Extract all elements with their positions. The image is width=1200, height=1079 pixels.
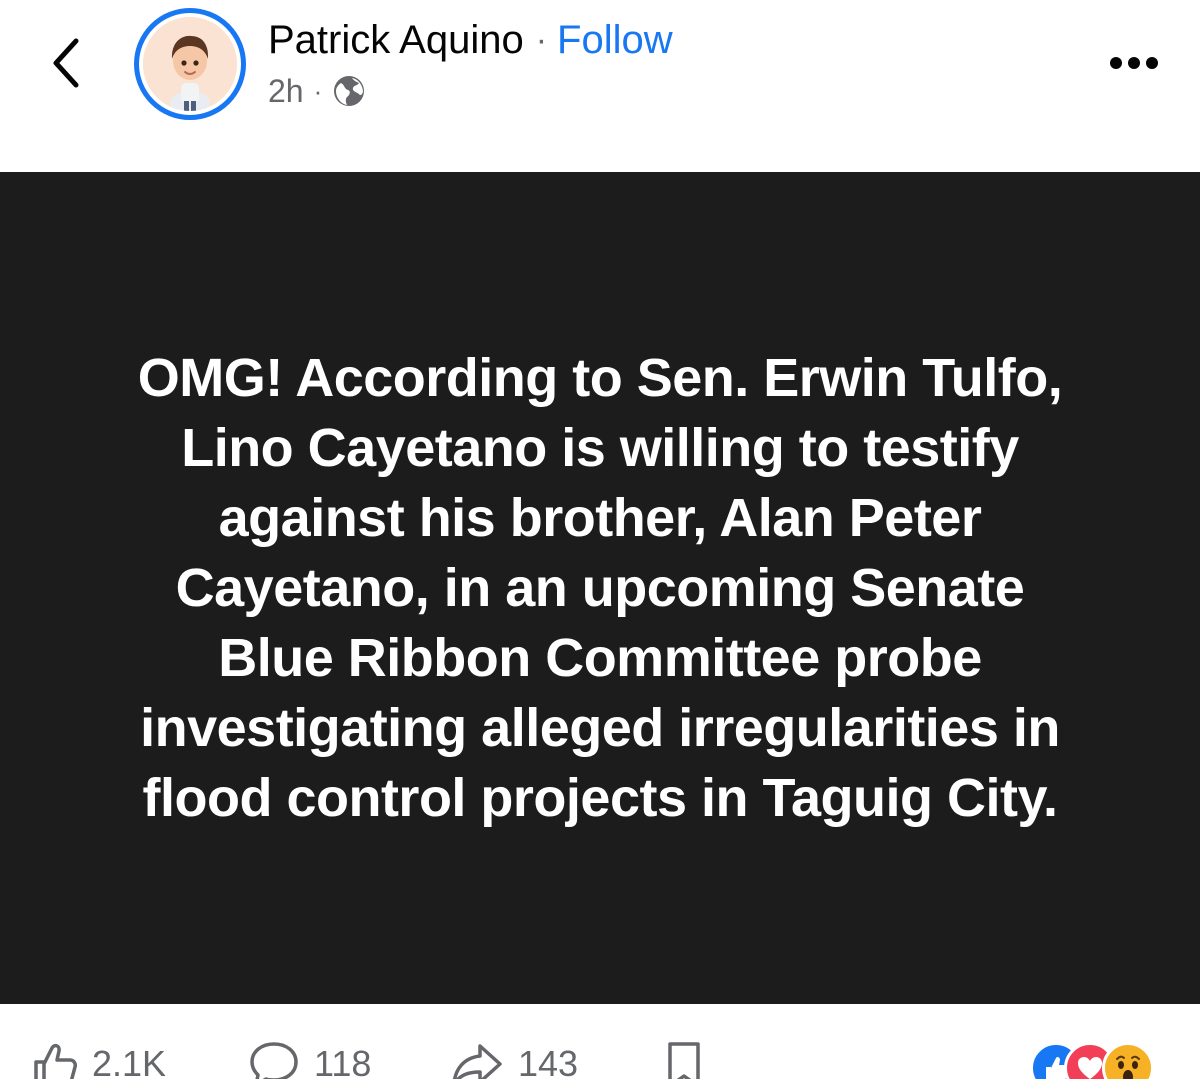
wow-reaction-icon (1102, 1042, 1154, 1079)
like-count: 2.1K (92, 1043, 167, 1079)
more-dot (1128, 57, 1140, 69)
name-separator: · (535, 21, 548, 59)
back-button[interactable] (36, 28, 96, 98)
chevron-left-icon (53, 38, 79, 88)
more-options-button[interactable] (1098, 40, 1170, 86)
author-avatar[interactable] (134, 8, 246, 120)
globe-icon (334, 76, 365, 106)
like-button[interactable]: 2.1K (32, 1040, 166, 1079)
reactions-summary[interactable] (1030, 1042, 1170, 1079)
post-header: Patrick Aquino · Follow 2h · (0, 0, 1200, 172)
post-time[interactable]: 2h (268, 73, 304, 110)
post-detail-screen: Patrick Aquino · Follow 2h · OMG! Accord… (0, 0, 1200, 1079)
share-button[interactable]: 143 (450, 1040, 578, 1079)
post-text: OMG! According to Sen. Erwin Tulfo, Lino… (137, 348, 1063, 828)
comment-count: 118 (314, 1043, 372, 1079)
comment-button[interactable]: 118 (248, 1040, 371, 1079)
avatar-image (143, 17, 237, 111)
bookmark-icon (668, 1042, 700, 1079)
share-count: 143 (518, 1043, 579, 1079)
follow-button[interactable]: Follow (557, 14, 673, 66)
comment-bubble-icon (250, 1042, 298, 1079)
post-text-card: OMG! According to Sen. Erwin Tulfo, Lino… (0, 172, 1200, 1004)
save-button[interactable] (664, 1040, 704, 1079)
more-horizontal-icon (1110, 57, 1122, 69)
author-name[interactable]: Patrick Aquino (268, 14, 524, 66)
author-line: Patrick Aquino · Follow (268, 14, 673, 66)
post-meta: 2h · (268, 70, 366, 112)
thumbs-up-icon (34, 1043, 77, 1079)
share-arrow-icon (452, 1044, 502, 1079)
more-dot (1146, 57, 1158, 69)
post-action-bar: 2.1K 118 143 (0, 1004, 1200, 1079)
meta-separator: · (313, 75, 323, 106)
